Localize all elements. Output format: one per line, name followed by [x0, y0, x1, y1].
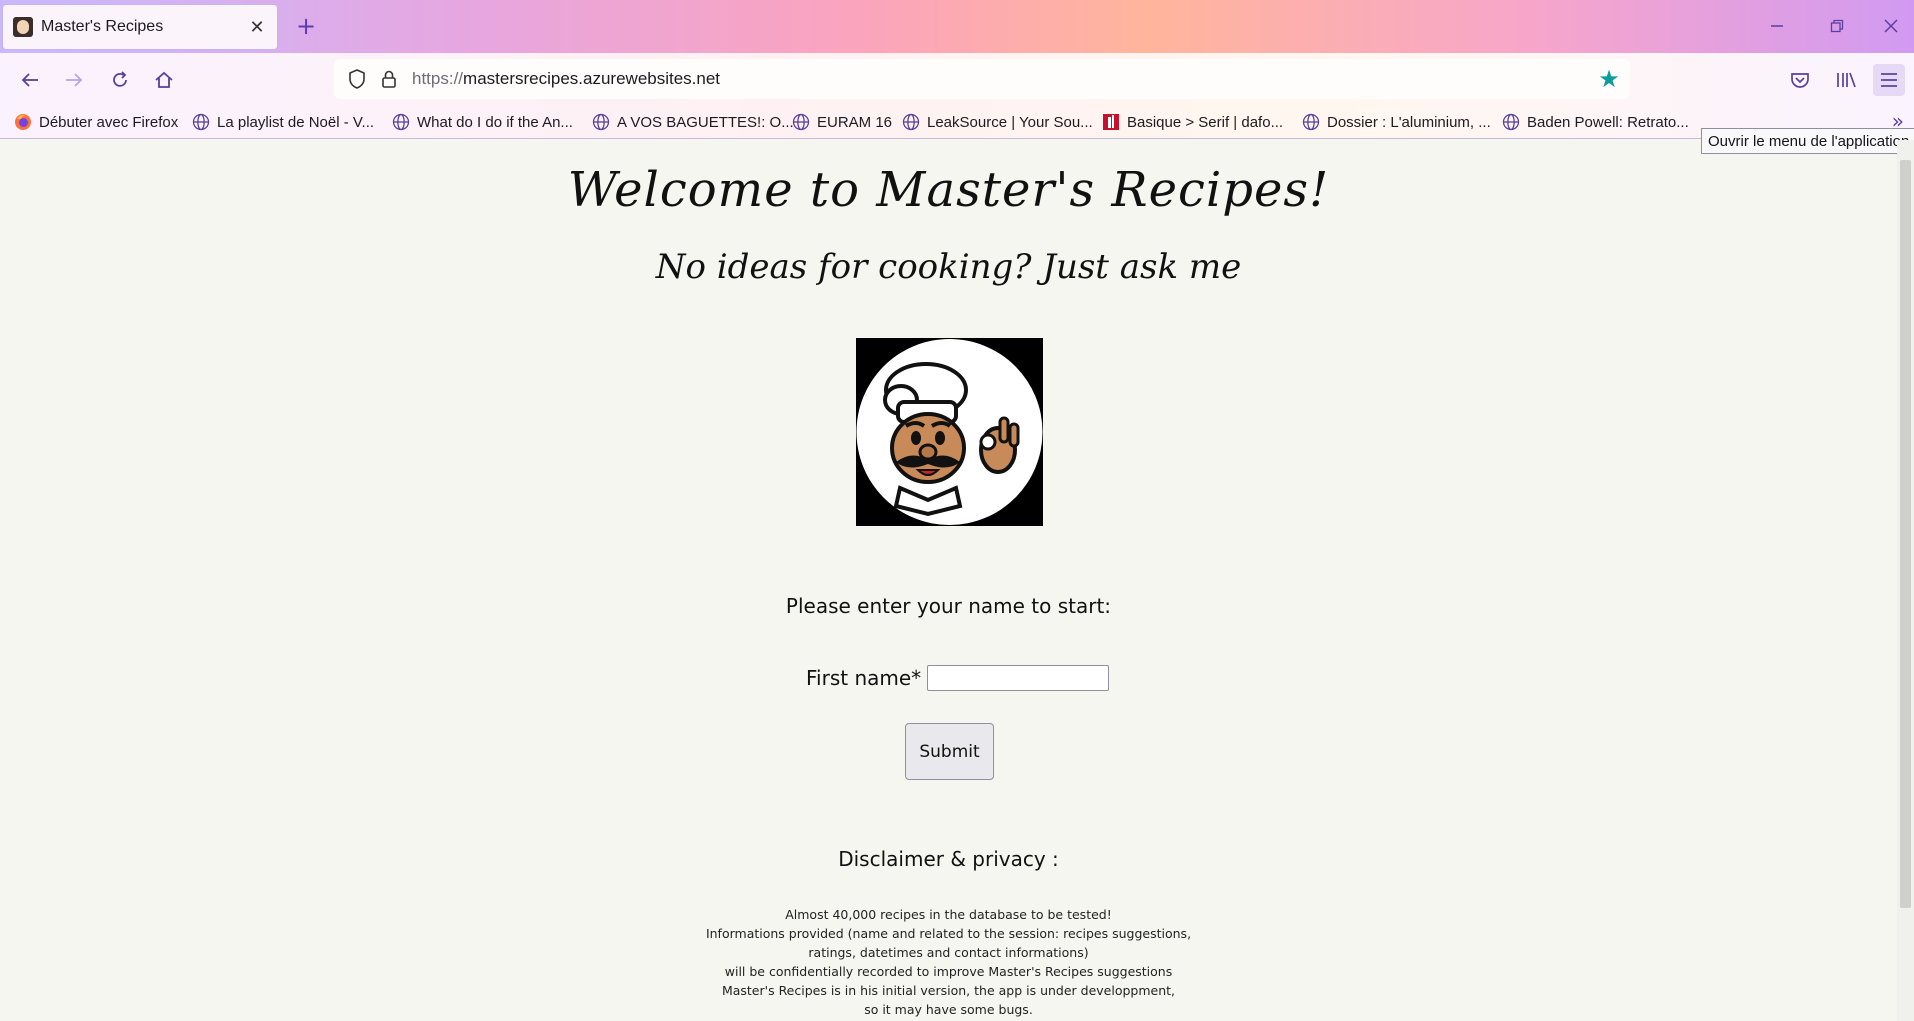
restore-icon[interactable]	[1822, 12, 1852, 40]
bookmark-item[interactable]: Basique > Serif | dafo...	[1102, 111, 1283, 133]
bookmarks-toolbar: Débuter avec Firefox La playlist de Noël…	[0, 105, 1914, 139]
lock-icon[interactable]	[378, 66, 400, 92]
page-title: Welcome to Master's Recipes!	[567, 162, 1330, 218]
tab-masters-recipes[interactable]: Master's Recipes ✕	[2, 4, 278, 50]
globe-icon	[1502, 113, 1520, 131]
bookmark-item[interactable]: EURAM 16	[792, 111, 892, 133]
url-protocol: https://	[412, 69, 464, 88]
globe-icon	[192, 113, 210, 131]
disclaimer-line: so it may have some bugs.	[864, 1002, 1033, 1017]
close-window-icon[interactable]	[1876, 12, 1906, 40]
chef-mascot-image	[856, 338, 1043, 526]
disclaimer-line: ratings, datetimes and contact informati…	[808, 945, 1089, 960]
bookmark-item[interactable]: Dossier : L'aluminium, ...	[1302, 111, 1491, 133]
bookmark-label: Dossier : L'aluminium, ...	[1327, 113, 1491, 131]
bookmark-label: Débuter avec Firefox	[39, 113, 179, 131]
library-icon[interactable]	[1830, 64, 1862, 96]
page-content: Welcome to Master's Recipes! No ideas fo…	[0, 140, 1897, 1021]
minimize-icon[interactable]	[1762, 12, 1792, 40]
reload-icon[interactable]	[104, 64, 136, 96]
bookmark-item[interactable]: A VOS BAGUETTES!: O...	[592, 111, 794, 133]
first-name-row: First name*	[806, 664, 1110, 692]
first-name-input[interactable]	[927, 665, 1110, 691]
bookmark-item[interactable]: What do I do if the An...	[392, 111, 573, 133]
bookmark-label: La playlist de Noël - V...	[217, 113, 375, 131]
disclaimer-heading: Disclaimer & privacy :	[838, 847, 1059, 871]
first-name-label: First name*	[806, 666, 922, 690]
bookmark-label: What do I do if the An...	[417, 113, 573, 131]
globe-icon	[792, 113, 810, 131]
submit-button[interactable]: Submit	[905, 723, 994, 780]
url-text[interactable]: https://mastersrecipes.azurewebsites.net	[412, 69, 720, 89]
bookmark-label: A VOS BAGUETTES!: O...	[617, 113, 794, 131]
bookmark-item[interactable]: Débuter avec Firefox	[14, 111, 178, 133]
forward-icon[interactable]	[58, 64, 90, 96]
bookmark-label: Baden Powell: Retrato...	[1527, 113, 1689, 131]
bookmark-item[interactable]: LeakSource | Your Sou...	[902, 111, 1093, 133]
tab-strip: Master's Recipes ✕ +	[0, 0, 1914, 53]
chef-favicon-icon	[13, 17, 33, 37]
bookmark-label: EURAM 16	[817, 113, 893, 131]
disclaimer-line: Almost 40,000 recipes in the database to…	[785, 907, 1112, 922]
dafont-icon	[1102, 113, 1120, 131]
app-menu-hamburger-icon[interactable]	[1873, 64, 1905, 96]
new-tab-button[interactable]: +	[294, 12, 318, 40]
url-bar[interactable]: https://mastersrecipes.azurewebsites.net…	[334, 59, 1630, 99]
bookmark-item[interactable]: Baden Powell: Retrato...	[1502, 111, 1689, 133]
bookmark-label: LeakSource | Your Sou...	[927, 113, 1093, 131]
bookmark-label: Basique > Serif | dafo...	[1127, 113, 1284, 131]
bookmark-star-icon[interactable]: ★	[1596, 65, 1622, 93]
home-icon[interactable]	[148, 64, 180, 96]
globe-icon	[902, 113, 920, 131]
firefox-icon	[14, 113, 32, 131]
tab-title: Master's Recipes	[41, 18, 164, 35]
globe-icon	[392, 113, 410, 131]
back-icon[interactable]	[14, 64, 46, 96]
pocket-icon[interactable]	[1784, 64, 1816, 96]
disclaimer-line: will be confidentially recorded to impro…	[724, 964, 1173, 979]
globe-icon	[1302, 113, 1320, 131]
bookmark-item[interactable]: La playlist de Noël - V...	[192, 111, 374, 133]
page-subtitle: No ideas for cooking? Just ask me	[655, 247, 1242, 287]
close-tab-icon[interactable]: ✕	[245, 15, 269, 39]
disclaimer-line: Master's Recipes is in his initial versi…	[721, 983, 1176, 998]
tracking-protection-shield-icon[interactable]	[344, 66, 370, 92]
globe-icon	[592, 113, 610, 131]
navigation-bar: https://mastersrecipes.azurewebsites.net…	[0, 53, 1914, 105]
disclaimer-line: Informations provided (name and related …	[705, 926, 1192, 941]
page-scrollbar-thumb[interactable]	[1900, 160, 1911, 908]
url-host: mastersrecipes.azurewebsites.net	[463, 69, 721, 88]
start-prompt: Please enter your name to start:	[785, 594, 1112, 618]
disclaimer-text: Almost 40,000 recipes in the database to…	[0, 905, 1897, 1019]
